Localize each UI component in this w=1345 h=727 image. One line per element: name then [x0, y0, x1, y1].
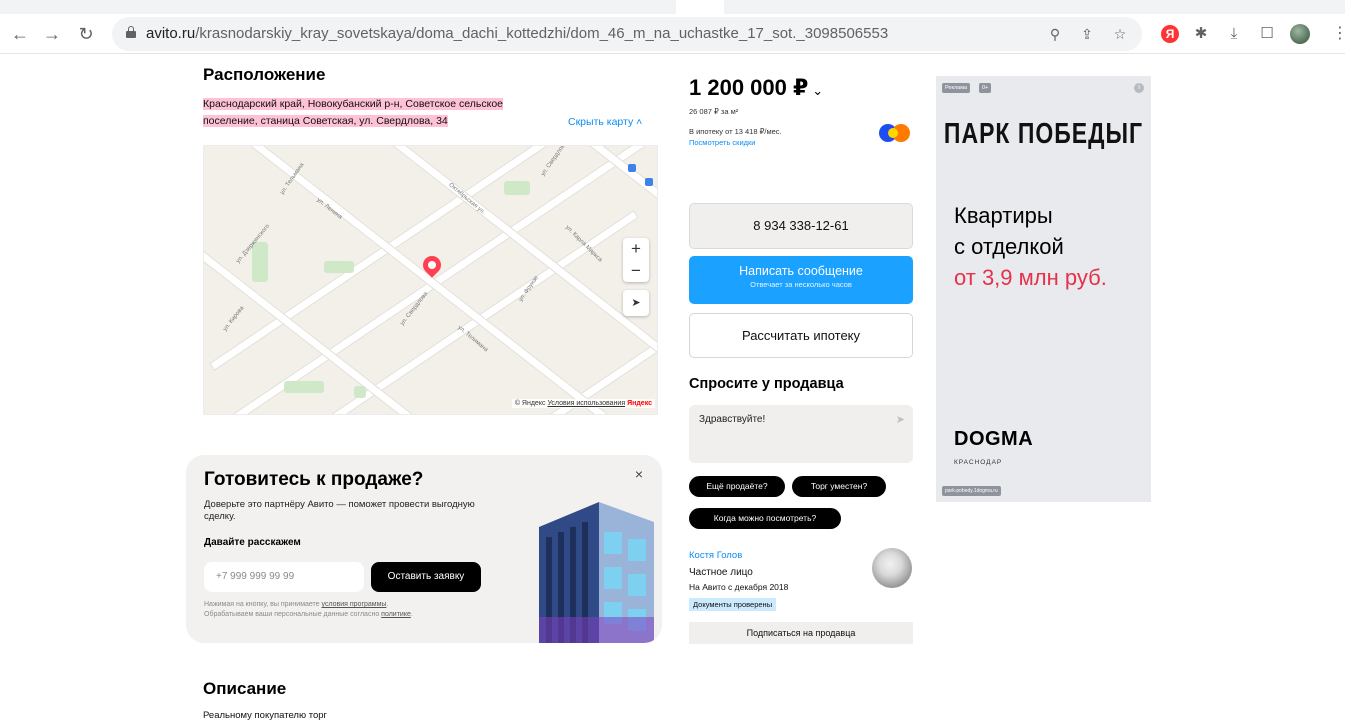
privacy-policy-link[interactable]: политике: [381, 611, 411, 618]
back-icon[interactable]: ←: [10, 24, 30, 44]
ask-seller-heading: Спросите у продавца: [689, 376, 844, 392]
quick-question-chip[interactable]: Торг уместен?: [792, 476, 886, 497]
map-park: [252, 242, 268, 282]
ad-headline-3: от 3,9 млн руб.: [954, 265, 1107, 290]
map-street-label: ул. Свердлова: [540, 145, 569, 178]
map-zoom-control: + −: [623, 238, 649, 282]
map-park: [354, 386, 366, 398]
program-terms-link[interactable]: условия программы: [322, 601, 387, 608]
bank-logo-icon: [879, 124, 911, 142]
ad-site-label: park-pobedy.1dogma.ru: [942, 486, 1001, 496]
phone-input[interactable]: +7 999 999 99 99: [204, 562, 364, 592]
map-attribution-text: © Яндекс: [514, 400, 546, 407]
share-icon[interactable]: ⇪: [1079, 26, 1095, 42]
tab-strip: [0, 0, 1345, 14]
quick-question-chip[interactable]: Ещё продаёте?: [689, 476, 785, 497]
ad-brand: ПАРК ПОБЕДЫГ: [943, 116, 1144, 150]
promo-subtitle: Давайте расскажем: [204, 537, 301, 548]
seller-avatar[interactable]: [872, 548, 912, 588]
seller-type: Частное лицо: [689, 567, 753, 578]
write-message-label: Написать сообщение: [739, 264, 863, 278]
browser-chrome: ← → ↻ avito.ru/krasnodarskiy_kray_sovets…: [0, 0, 1345, 62]
download-icon[interactable]: ⤓: [1225, 25, 1243, 43]
ad-city: КРАСНОДАР: [954, 459, 1003, 466]
bookmark-star-icon[interactable]: ☆: [1112, 26, 1128, 42]
seller-since: На Авито с декабря 2018: [689, 582, 789, 592]
description-heading: Описание: [203, 679, 287, 698]
promo-title: Готовитесь к продаже?: [204, 469, 424, 490]
forward-icon[interactable]: →: [42, 24, 62, 44]
reload-icon[interactable]: ↻: [76, 24, 96, 44]
bus-stop-icon[interactable]: [645, 178, 653, 186]
address-line-2: поселение, станица Советская, ул. Свердл…: [203, 115, 448, 127]
chevron-down-icon[interactable]: ⌄: [812, 83, 823, 98]
calculate-mortgage-button[interactable]: Рассчитать ипотеку: [689, 313, 913, 358]
active-tab[interactable]: [676, 0, 724, 14]
price-per-m2: 26 087 ₽ за м²: [689, 107, 739, 116]
sale-promo-card: Готовитесь к продаже? Доверьте это партн…: [186, 455, 662, 643]
map[interactable]: ул. Свердлова Октябрьская ул. ул. Дзержи…: [203, 145, 658, 415]
yandex-logo[interactable]: Яндекс: [627, 400, 652, 407]
price[interactable]: 1 200 000 ₽ ⌄: [689, 75, 823, 101]
ask-seller-input[interactable]: Здравствуйте! ➤: [689, 405, 913, 463]
lock-icon[interactable]: [126, 26, 136, 38]
zoom-icon[interactable]: ⚲: [1047, 26, 1063, 42]
quick-question-chip[interactable]: Когда можно посмотреть?: [689, 508, 841, 529]
map-park: [324, 261, 354, 273]
ad-headline-2: с отделкой: [954, 234, 1064, 259]
hide-map-link[interactable]: Скрыть карту ˄: [568, 116, 642, 128]
write-message-button[interactable]: Написать сообщение Отвечает за несколько…: [689, 256, 913, 304]
side-panel-icon[interactable]: ☐: [1258, 25, 1276, 43]
map-road: [204, 162, 564, 414]
map-park: [504, 181, 530, 195]
address: Краснодарский край, Новокубанский р-н, С…: [203, 96, 559, 130]
map-terms-link[interactable]: Условия использования: [547, 400, 625, 407]
ad-label: Реклама: [942, 83, 971, 93]
view-discounts-link[interactable]: Посмотреть скидки: [689, 138, 756, 147]
map-street-label: ул. Кирова: [222, 305, 246, 333]
address-bar[interactable]: avito.ru/krasnodarskiy_kray_sovetskaya/d…: [112, 17, 1142, 51]
address-line-1: Краснодарский край, Новокубанский р-н, С…: [203, 98, 503, 110]
submit-request-button[interactable]: Оставить заявку: [371, 562, 481, 592]
geolocate-button[interactable]: ➤: [623, 290, 649, 316]
ask-seller-text[interactable]: Здравствуйте!: [699, 414, 765, 425]
send-icon[interactable]: ➤: [896, 413, 905, 426]
promo-description: Доверьте это партнёру Авито — поможет пр…: [204, 499, 475, 522]
ad-banner[interactable]: Реклама 0+ i ПАРК ПОБЕДЫГ Квартиры с отд…: [936, 76, 1151, 502]
building-illustration: [539, 502, 654, 643]
url-text[interactable]: avito.ru/krasnodarskiy_kray_sovetskaya/d…: [146, 25, 888, 42]
close-icon[interactable]: ×: [632, 467, 646, 481]
response-time-label: Отвечает за несколько часов: [750, 280, 852, 289]
yandex-extension-icon[interactable]: Я: [1161, 25, 1179, 43]
subscribe-seller-button[interactable]: Подписаться на продавца: [689, 622, 913, 644]
info-icon[interactable]: i: [1134, 83, 1144, 93]
menu-kebab-icon[interactable]: ⋮: [1332, 25, 1345, 43]
documents-verified-badge: Документы проверены: [689, 598, 777, 611]
ad-developer-logo: DOGMA: [954, 428, 1034, 450]
description-text: Реальному покупателю торг: [203, 710, 327, 721]
map-park: [284, 381, 324, 393]
zoom-in-button[interactable]: +: [623, 238, 649, 260]
location-heading: Расположение: [203, 65, 326, 84]
zoom-out-button[interactable]: −: [623, 260, 649, 282]
chevron-up-icon: ˄: [636, 116, 643, 128]
browser-toolbar: ← → ↻ avito.ru/krasnodarskiy_kray_sovets…: [0, 14, 1345, 54]
show-phone-button[interactable]: 8 934 338-12-61: [689, 203, 913, 249]
map-attribution: © Яндекс Условия использования Яндекс: [511, 399, 655, 408]
navigation-arrow-icon: ➤: [631, 297, 641, 309]
mortgage-monthly: В ипотеку от 13 418 ₽/мес.: [689, 127, 782, 136]
seller-name-link[interactable]: Костя Голов: [689, 550, 742, 561]
bus-stop-icon[interactable]: [628, 164, 636, 172]
extensions-puzzle-icon[interactable]: ✱: [1192, 25, 1210, 43]
age-rating-label: 0+: [979, 83, 992, 93]
promo-legal: Нажимая на кнопку, вы принимаете условия…: [204, 601, 413, 618]
profile-avatar[interactable]: [1290, 24, 1310, 44]
ad-headline-1: Квартиры: [954, 203, 1053, 228]
